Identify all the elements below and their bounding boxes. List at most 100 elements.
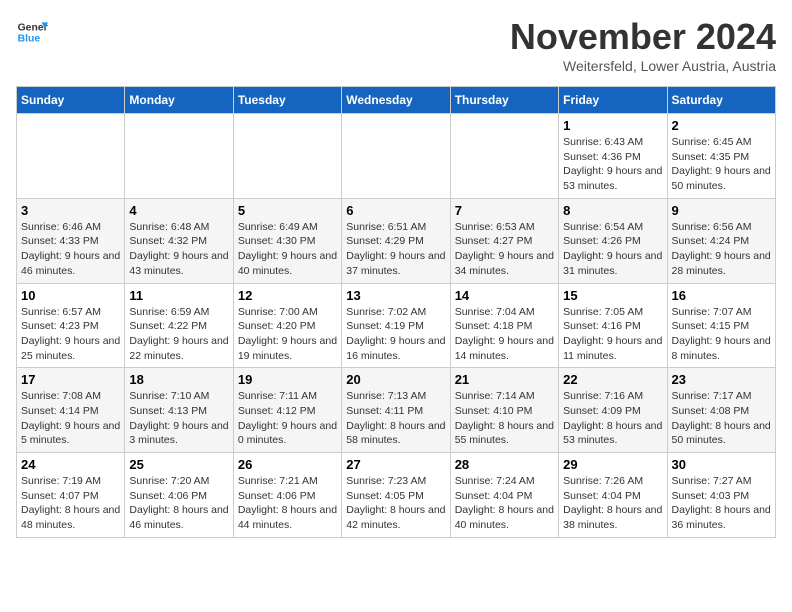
calendar-cell: 14Sunrise: 7:04 AMSunset: 4:18 PMDayligh… xyxy=(450,283,558,368)
day-info: Sunrise: 7:24 AMSunset: 4:04 PMDaylight:… xyxy=(455,474,554,533)
calendar-cell: 19 Sunrise: 7:11 AMSunset: 4:12 PMDayligh… xyxy=(233,368,341,453)
calendar-cell xyxy=(125,114,233,199)
calendar-cell: 5 Sunrise: 6:49 AMSunset: 4:30 PMDaylight… xyxy=(233,198,341,283)
day-info: Sunrise: 7:21 AMSunset: 4:06 PMDaylight:… xyxy=(238,474,337,533)
day-info: Sunrise: 6:56 AMSunset: 4:24 PMDaylight:… xyxy=(672,220,771,279)
day-info: Sunrise: 7:26 AMSunset: 4:04 PMDaylight:… xyxy=(563,474,662,533)
location: Weitersfeld, Lower Austria, Austria xyxy=(510,58,776,74)
calendar-cell: 10Sunrise: 6:57 AMSunset: 4:23 PMDayligh… xyxy=(17,283,125,368)
calendar-cell: 1 Sunrise: 6:43 AMSunset: 4:36 PMDaylight… xyxy=(559,114,667,199)
calendar-cell: 3 Sunrise: 6:46 AMSunset: 4:33 PMDaylight… xyxy=(17,198,125,283)
day-number: 22 xyxy=(563,372,662,387)
day-number: 21 xyxy=(455,372,554,387)
calendar-cell: 23Sunrise: 7:17 AMSunset: 4:08 PMDayligh… xyxy=(667,368,775,453)
day-number: 1 xyxy=(563,118,662,133)
day-number: 10 xyxy=(21,288,120,303)
col-header-wednesday: Wednesday xyxy=(342,87,450,114)
calendar-cell: 7Sunrise: 6:53 AMSunset: 4:27 PMDaylight… xyxy=(450,198,558,283)
calendar-cell: 27Sunrise: 7:23 AMSunset: 4:05 PMDayligh… xyxy=(342,453,450,538)
day-number: 2 xyxy=(672,118,771,133)
day-info: Sunrise: 7:23 AMSunset: 4:05 PMDaylight:… xyxy=(346,474,445,533)
day-info: Sunrise: 7:07 AMSunset: 4:15 PMDaylight:… xyxy=(672,305,771,364)
day-info: Sunrise: 7:11 AMSunset: 4:12 PMDaylight:… xyxy=(238,389,337,448)
calendar-table: SundayMondayTuesdayWednesdayThursdayFrid… xyxy=(16,86,776,538)
col-header-saturday: Saturday xyxy=(667,87,775,114)
svg-text:Blue: Blue xyxy=(18,34,41,45)
logo-icon: General Blue xyxy=(16,16,48,48)
calendar-cell: 20 Sunrise: 7:13 AMSunset: 4:11 PMDayligh… xyxy=(342,368,450,453)
calendar-week-5: 24 Sunrise: 7:19 AMSunset: 4:07 PMDayligh… xyxy=(17,453,776,538)
day-info: Sunrise: 7:16 AMSunset: 4:09 PMDaylight:… xyxy=(563,389,662,448)
day-number: 24 xyxy=(21,457,120,472)
calendar-cell: 17 Sunrise: 7:08 AMSunset: 4:14 PMDayligh… xyxy=(17,368,125,453)
day-number: 5 xyxy=(238,203,337,218)
calendar-cell: 18Sunrise: 7:10 AMSunset: 4:13 PMDayligh… xyxy=(125,368,233,453)
calendar-cell: 26 Sunrise: 7:21 AMSunset: 4:06 PMDayligh… xyxy=(233,453,341,538)
col-header-friday: Friday xyxy=(559,87,667,114)
day-number: 16 xyxy=(672,288,771,303)
day-info: Sunrise: 7:20 AMSunset: 4:06 PMDaylight:… xyxy=(129,474,228,533)
day-number: 19 xyxy=(238,372,337,387)
day-info: Sunrise: 6:49 AMSunset: 4:30 PMDaylight:… xyxy=(238,220,337,279)
calendar-cell: 30Sunrise: 7:27 AMSunset: 4:03 PMDayligh… xyxy=(667,453,775,538)
calendar-header-row: SundayMondayTuesdayWednesdayThursdayFrid… xyxy=(17,87,776,114)
day-number: 23 xyxy=(672,372,771,387)
day-info: Sunrise: 6:45 AMSunset: 4:35 PMDaylight:… xyxy=(672,135,771,194)
day-info: Sunrise: 7:10 AMSunset: 4:13 PMDaylight:… xyxy=(129,389,228,448)
calendar-cell: 6 Sunrise: 6:51 AMSunset: 4:29 PMDaylight… xyxy=(342,198,450,283)
month-title: November 2024 xyxy=(510,16,776,58)
day-number: 11 xyxy=(129,288,228,303)
day-info: Sunrise: 7:14 AMSunset: 4:10 PMDaylight:… xyxy=(455,389,554,448)
calendar-week-4: 17 Sunrise: 7:08 AMSunset: 4:14 PMDayligh… xyxy=(17,368,776,453)
calendar-cell: 21 Sunrise: 7:14 AMSunset: 4:10 PMDayligh… xyxy=(450,368,558,453)
day-number: 17 xyxy=(21,372,120,387)
calendar-cell xyxy=(342,114,450,199)
day-number: 4 xyxy=(129,203,228,218)
calendar-cell: 15 Sunrise: 7:05 AMSunset: 4:16 PMDayligh… xyxy=(559,283,667,368)
day-info: Sunrise: 7:04 AMSunset: 4:18 PMDaylight:… xyxy=(455,305,554,364)
day-number: 20 xyxy=(346,372,445,387)
logo: General Blue xyxy=(16,16,48,48)
col-header-sunday: Sunday xyxy=(17,87,125,114)
calendar-cell: 29 Sunrise: 7:26 AMSunset: 4:04 PMDayligh… xyxy=(559,453,667,538)
day-info: Sunrise: 6:53 AMSunset: 4:27 PMDaylight:… xyxy=(455,220,554,279)
calendar-cell: 24 Sunrise: 7:19 AMSunset: 4:07 PMDayligh… xyxy=(17,453,125,538)
calendar-cell: 13 Sunrise: 7:02 AMSunset: 4:19 PMDayligh… xyxy=(342,283,450,368)
calendar-cell: 11 Sunrise: 6:59 AMSunset: 4:22 PMDayligh… xyxy=(125,283,233,368)
day-number: 3 xyxy=(21,203,120,218)
calendar-week-2: 3 Sunrise: 6:46 AMSunset: 4:33 PMDaylight… xyxy=(17,198,776,283)
calendar-cell xyxy=(233,114,341,199)
day-number: 6 xyxy=(346,203,445,218)
day-info: Sunrise: 7:19 AMSunset: 4:07 PMDaylight:… xyxy=(21,474,120,533)
day-info: Sunrise: 6:43 AMSunset: 4:36 PMDaylight:… xyxy=(563,135,662,194)
day-info: Sunrise: 6:46 AMSunset: 4:33 PMDaylight:… xyxy=(21,220,120,279)
calendar-cell: 9Sunrise: 6:56 AMSunset: 4:24 PMDaylight… xyxy=(667,198,775,283)
calendar-week-1: 1 Sunrise: 6:43 AMSunset: 4:36 PMDaylight… xyxy=(17,114,776,199)
day-number: 8 xyxy=(563,203,662,218)
day-number: 12 xyxy=(238,288,337,303)
day-info: Sunrise: 6:59 AMSunset: 4:22 PMDaylight:… xyxy=(129,305,228,364)
day-info: Sunrise: 7:08 AMSunset: 4:14 PMDaylight:… xyxy=(21,389,120,448)
calendar-cell xyxy=(450,114,558,199)
day-info: Sunrise: 6:48 AMSunset: 4:32 PMDaylight:… xyxy=(129,220,228,279)
page-header: General Blue November 2024 Weitersfeld, … xyxy=(16,16,776,74)
day-number: 26 xyxy=(238,457,337,472)
day-number: 15 xyxy=(563,288,662,303)
day-info: Sunrise: 7:27 AMSunset: 4:03 PMDaylight:… xyxy=(672,474,771,533)
day-info: Sunrise: 7:05 AMSunset: 4:16 PMDaylight:… xyxy=(563,305,662,364)
calendar-cell: 16 Sunrise: 7:07 AMSunset: 4:15 PMDayligh… xyxy=(667,283,775,368)
calendar-week-3: 10Sunrise: 6:57 AMSunset: 4:23 PMDayligh… xyxy=(17,283,776,368)
calendar-cell: 25Sunrise: 7:20 AMSunset: 4:06 PMDayligh… xyxy=(125,453,233,538)
col-header-monday: Monday xyxy=(125,87,233,114)
day-number: 29 xyxy=(563,457,662,472)
day-info: Sunrise: 7:02 AMSunset: 4:19 PMDaylight:… xyxy=(346,305,445,364)
col-header-tuesday: Tuesday xyxy=(233,87,341,114)
calendar-cell: 8Sunrise: 6:54 AMSunset: 4:26 PMDaylight… xyxy=(559,198,667,283)
day-number: 13 xyxy=(346,288,445,303)
title-block: November 2024 Weitersfeld, Lower Austria… xyxy=(510,16,776,74)
day-info: Sunrise: 7:13 AMSunset: 4:11 PMDaylight:… xyxy=(346,389,445,448)
calendar-cell: 2 Sunrise: 6:45 AMSunset: 4:35 PMDaylight… xyxy=(667,114,775,199)
calendar-cell: 4 Sunrise: 6:48 AMSunset: 4:32 PMDaylight… xyxy=(125,198,233,283)
day-info: Sunrise: 6:51 AMSunset: 4:29 PMDaylight:… xyxy=(346,220,445,279)
calendar-cell: 12Sunrise: 7:00 AMSunset: 4:20 PMDayligh… xyxy=(233,283,341,368)
